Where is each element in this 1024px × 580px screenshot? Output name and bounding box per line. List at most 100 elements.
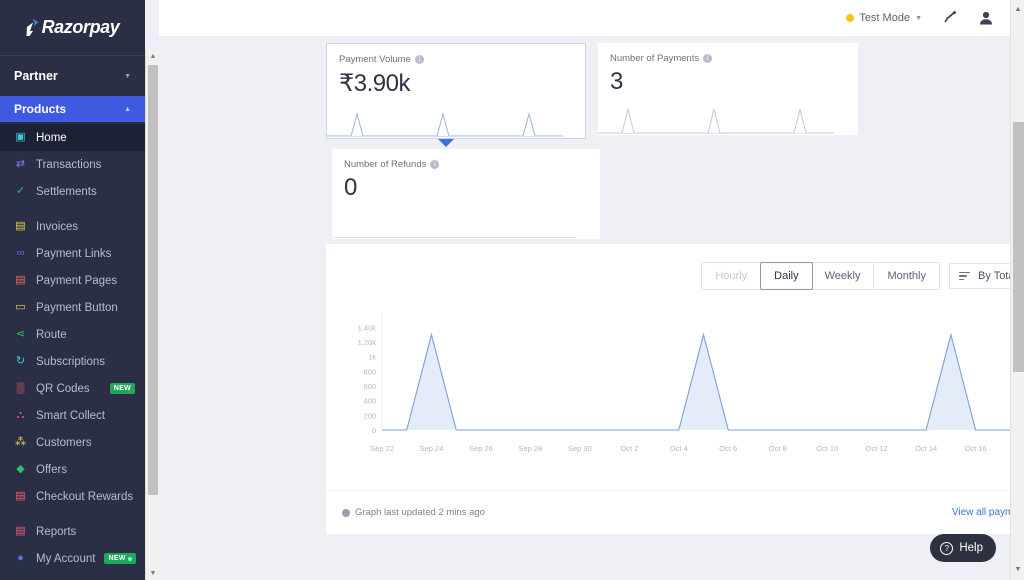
sidebar-item-transactions[interactable]: ⇄ Transactions [0,151,145,178]
chart-range-hourly[interactable]: Hourly [702,263,762,289]
metric-card-number-of-payments[interactable]: Number of Payments i 3 [598,43,858,135]
sidebar-item-payment-links[interactable]: ∞ Payment Links [0,240,145,267]
chart-range-daily[interactable]: Daily [760,262,813,290]
card-title: Number of Payments [610,53,700,64]
chart-range-monthly[interactable]: Monthly [874,263,939,289]
sidebar-item-label: Customers [36,436,92,449]
card-value: ₹3.90k [339,70,410,97]
sidebar-item-label: Payment Links [36,247,112,260]
chart-footer: Graph last updated 2 mins ago View all p… [326,490,1024,534]
sidebar-item-payment-button[interactable]: ▭ Payment Button [0,294,145,321]
sidebar-scrollbar[interactable]: ▲ ▼ [145,49,160,580]
sidebar-item-label: Home [36,131,67,144]
sidebar-products-section[interactable]: Products ▲ [0,96,145,122]
subscriptions-icon: ↻ [15,355,26,367]
info-icon[interactable]: i [703,54,713,63]
brand-logo-area[interactable]: Razorpay [0,0,145,56]
y-tick-label: 800 [363,367,376,376]
y-tick-label: 1.40k [358,323,377,332]
reports-icon: ▤ [15,525,26,537]
test-mode-dot-icon [846,14,855,22]
badge-dot-icon [127,556,132,561]
sidebar-item-label: Route [36,328,67,341]
sidebar-item-customers[interactable]: ⁂ Customers [0,429,145,456]
invoices-icon: ▤ [15,220,26,232]
sidebar-partner-section[interactable]: Partner ▼ [0,56,145,96]
brand-name: Razorpay [41,17,120,37]
sparkline-payment-volume [327,112,563,137]
caret-up-icon[interactable]: ▲ [1011,2,1024,16]
chart-last-updated: Graph last updated 2 mins ago [342,507,485,518]
sidebar-nav: ▣ Home ⇄ Transactions ✓ Settlements ▤ Invoices ∞… [0,122,145,572]
sidebar-item-smart-collect[interactable]: ⛬ Smart Collect [0,402,145,429]
sidebar-item-subscriptions[interactable]: ↻ Subscriptions [0,348,145,375]
info-icon[interactable]: i [430,160,440,169]
payments-chart-panel: HourlyDailyWeeklyMonthly By Total Volume… [326,244,1024,534]
test-mode-toggle[interactable]: Test Mode ▼ [846,12,922,24]
sidebar-item-payment-pages[interactable]: ▤ Payment Pages [0,267,145,294]
new-badge-label: NEW [113,385,131,392]
offers-icon: ◆ [16,463,25,475]
help-label: Help [959,542,983,554]
sidebar-item-label: Settlements [36,185,97,198]
sidebar-item-offers[interactable]: ◆ Offers [0,456,145,483]
sidebar-item-invoices[interactable]: ▤ Invoices [0,213,145,240]
x-tick-label: Oct 8 [769,444,787,453]
sidebar-item-label: Offers [36,463,68,476]
sidebar-item-label: Invoices [36,220,79,233]
y-tick-label: 200 [363,411,376,420]
payments-area-chart[interactable]: 02004006008001k1.20k1.40k Sep 22 Sep 24 Se… [326,306,1024,466]
help-button[interactable]: ? Help [930,534,996,562]
caret-down-icon[interactable]: ▼ [146,566,160,580]
payment-button-icon: ▭ [15,301,26,313]
chart-updated-text: Graph last updated 2 mins ago [355,507,485,518]
chevron-down-icon: ▼ [915,14,922,22]
clock-icon [342,508,350,517]
smart-collect-icon: ⛬ [16,409,25,421]
new-badge-label: NEW [108,555,126,562]
dashboard-content: Payment Volume i ₹3.90k Number of Paymen… [159,36,1024,580]
sidebar-item-checkout-rewards[interactable]: ▤ Checkout Rewards [0,483,145,510]
chevron-down-icon: ▼ [124,72,131,80]
metric-card-payment-volume[interactable]: Payment Volume i ₹3.90k [326,43,586,139]
sidebar-item-home[interactable]: ▣ Home [0,124,145,151]
card-value: 0 [344,174,357,201]
info-icon[interactable]: i [414,55,424,64]
main-area: Test Mode ▼ Payment Volume i ₹3.90k Numb… [145,0,1024,580]
sidebar-item-label: Transactions [36,158,102,171]
sidebar: Razorpay Partner ▼ Products ▲ ▣ Home ⇄ Tran… [0,0,145,580]
caret-down-icon[interactable]: ▼ [1011,562,1024,576]
page-scrollbar-thumb[interactable] [1013,122,1024,372]
sidebar-item-reports[interactable]: ▤ Reports [0,518,145,545]
user-avatar-icon[interactable] [978,10,994,26]
sidebar-item-label: Checkout Rewards [36,490,134,503]
page-scrollbar[interactable]: ▲ ▼ [1010,0,1024,580]
caret-up-icon[interactable]: ▲ [146,49,160,63]
megaphone-icon[interactable] [942,10,958,26]
chart-range-weekly[interactable]: Weekly [811,263,875,289]
razorpay-dashboard: Razorpay Partner ▼ Products ▲ ▣ Home ⇄ Tran… [0,0,1024,580]
metric-card-number-of-refunds[interactable]: Number of Refunds i 0 [332,149,600,239]
chart-x-axis: Sep 22 Sep 24 Sep 26 Sep 28 Sep 30 Oct 2 Oct 4… [370,444,1024,453]
my-account-icon: ● [17,552,24,564]
sidebar-item-label: Reports [36,525,77,538]
route-icon: ⋖ [15,328,26,340]
y-tick-label: 1.20k [358,338,377,347]
sidebar-item-my-account[interactable]: ● My Account NEW [0,545,145,572]
x-tick-label: Oct 14 [915,444,937,453]
x-tick-label: Sep 26 [469,444,493,453]
sidebar-item-settlements[interactable]: ✓ Settlements [0,178,145,205]
chart-range-segmented-control: Hourly Daily Weekly Monthly [701,262,940,290]
chart-y-axis: 0 200 400 600 800 1k 1.20k 1.40k [358,323,377,435]
home-icon: ▣ [15,131,26,143]
settlements-icon: ✓ [15,185,26,197]
y-tick-label: 0 [372,426,376,435]
sidebar-scrollbar-thumb[interactable] [148,65,158,495]
sidebar-item-route[interactable]: ⋖ Route [0,321,145,348]
sidebar-item-qr-codes[interactable]: ▒ QR Codes NEW [0,375,145,402]
card-title-row: Number of Payments i [610,53,846,64]
chevron-up-icon: ▲ [124,105,131,113]
sidebar-divider [0,510,145,518]
card-title: Number of Refunds [344,159,427,170]
sidebar-item-label: Payment Pages [36,274,118,287]
